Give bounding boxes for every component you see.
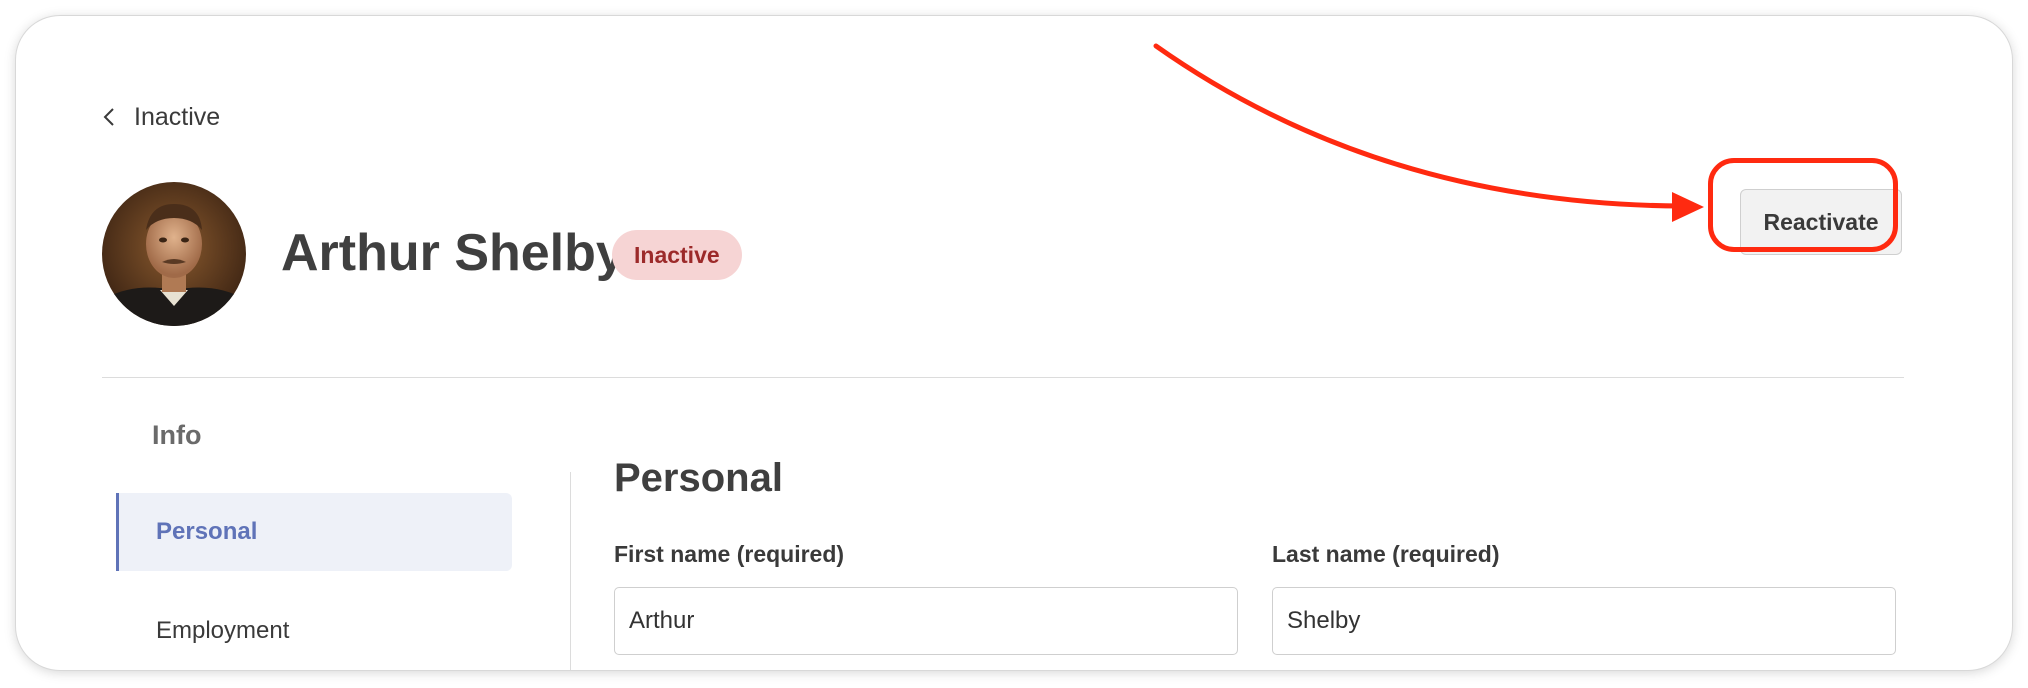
section-title: Personal	[614, 456, 783, 500]
chevron-left-icon	[103, 108, 114, 126]
sidebar-item-label: Employment	[156, 617, 290, 644]
sidebar-item-label: Personal	[156, 518, 258, 545]
status-badge: Inactive	[612, 230, 742, 280]
sidebar-divider	[570, 472, 571, 670]
last-name-label: Last name (required)	[1272, 541, 1500, 567]
first-name-label: First name (required)	[614, 541, 845, 567]
back-link[interactable]: Inactive	[102, 100, 220, 134]
first-name-field[interactable]	[614, 587, 1238, 655]
sidebar-heading: Info	[152, 420, 202, 450]
reactivate-button[interactable]: Reactivate	[1740, 189, 1902, 255]
sidebar-item-personal[interactable]: Personal	[116, 493, 512, 571]
back-link-label: Inactive	[134, 102, 221, 131]
profile-name: Arthur Shelby	[281, 224, 625, 282]
last-name-field[interactable]	[1272, 587, 1896, 655]
header-divider	[102, 377, 1904, 378]
avatar-portrait-image	[102, 182, 246, 326]
sidebar-item-employment[interactable]: Employment	[116, 592, 512, 670]
profile-card: Inactive Arthur Shelby Inactive Reactiva…	[16, 16, 2012, 670]
avatar	[102, 182, 246, 326]
